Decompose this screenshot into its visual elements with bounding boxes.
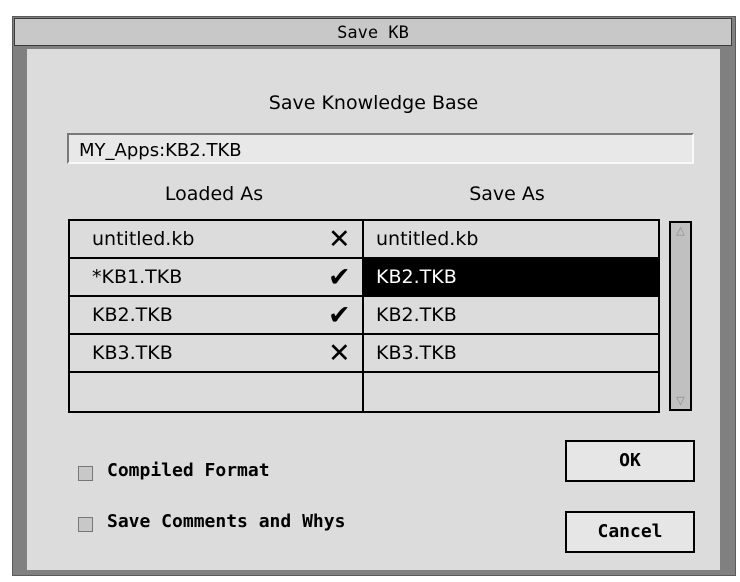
cancel-button[interactable]: Cancel	[565, 511, 695, 553]
save-as-cell[interactable]: KB3.TKB	[376, 342, 457, 364]
compiled-format-checkbox[interactable]	[78, 466, 93, 481]
save-as-cell[interactable]: untitled.kb	[376, 228, 478, 250]
vertical-scrollbar[interactable]: △ ▽	[669, 221, 692, 411]
save-comments-label: Save Comments and Whys	[107, 511, 346, 532]
dialog-heading: Save Knowledge Base	[268, 92, 479, 114]
loaded-as-cell: *KB1.TKB	[92, 266, 183, 288]
path-value: MY_Apps:KB2.TKB	[79, 140, 242, 161]
column-header-save-as: Save As	[469, 183, 545, 205]
checkmark-icon: ✔	[328, 300, 351, 331]
save-as-cell[interactable]: KB2.TKB	[376, 266, 457, 288]
scroll-up-icon[interactable]: △	[672, 224, 689, 238]
save-as-cell[interactable]: KB2.TKB	[376, 304, 457, 326]
table-row[interactable]: *KB1.TKB ✔ KB2.TKB	[70, 259, 658, 297]
loaded-as-cell: KB2.TKB	[92, 304, 173, 326]
loaded-as-cell: KB3.TKB	[92, 342, 173, 364]
ok-button[interactable]: OK	[565, 440, 695, 482]
table-row[interactable]: KB2.TKB ✔ KB2.TKB	[70, 297, 658, 335]
column-separator	[362, 221, 364, 411]
path-field[interactable]: MY_Apps:KB2.TKB	[67, 133, 694, 164]
x-icon: ✕	[328, 338, 351, 369]
loaded-as-cell: untitled.kb	[92, 228, 195, 250]
window-title: Save KB	[337, 23, 409, 43]
table-row[interactable]: KB3.TKB ✕ KB3.TKB	[70, 335, 658, 373]
kb-table: untitled.kb ✕ untitled.kb *KB1.TKB ✔ KB2…	[68, 219, 660, 413]
title-bar[interactable]: Save KB	[14, 18, 732, 46]
x-icon: ✕	[328, 224, 351, 255]
dialog-content: Save Knowledge Base MY_Apps:KB2.TKB Load…	[27, 49, 720, 570]
column-header-loaded-as: Loaded As	[164, 183, 264, 205]
save-comments-checkbox[interactable]	[78, 517, 93, 532]
scroll-down-icon[interactable]: ▽	[672, 394, 689, 408]
table-row[interactable]: untitled.kb ✕ untitled.kb	[70, 221, 658, 259]
table-row[interactable]	[70, 373, 658, 411]
compiled-format-label: Compiled Format	[107, 460, 270, 481]
checkmark-icon: ✔	[328, 262, 351, 293]
